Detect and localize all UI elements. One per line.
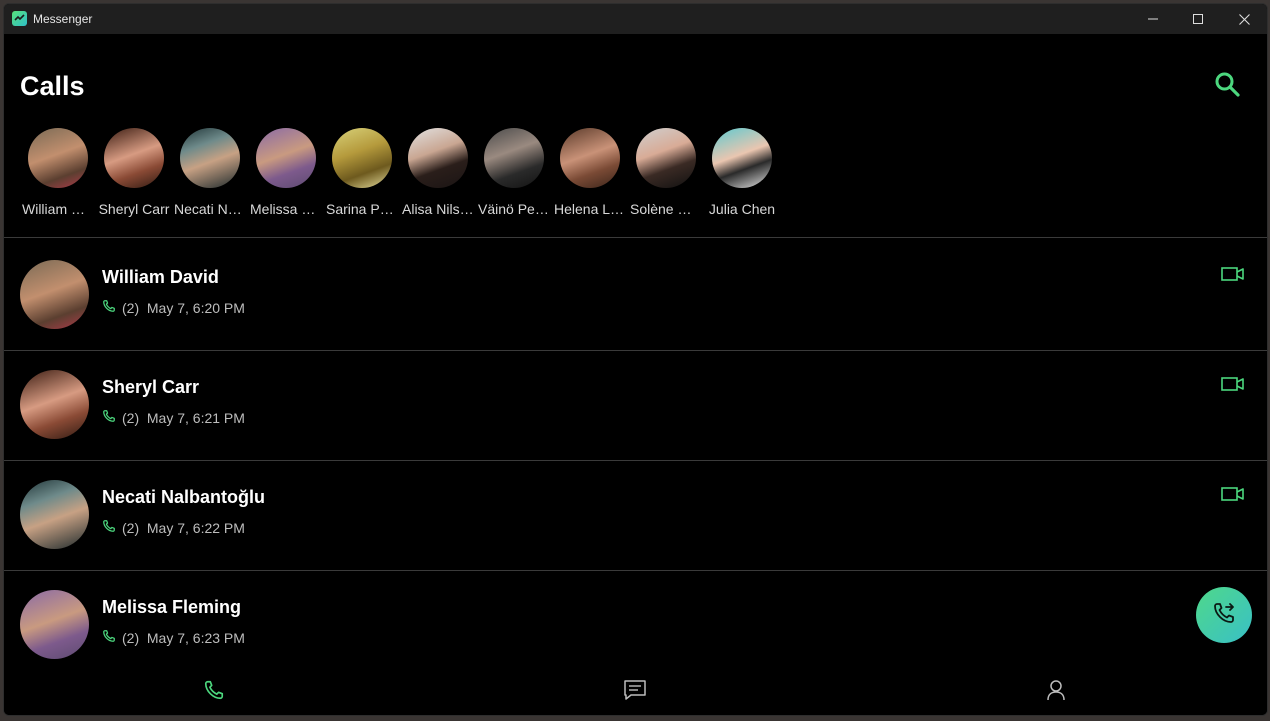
phone-icon — [102, 409, 122, 426]
favorites-strip: William DavidSheryl CarrNecati Nalbantoğ… — [20, 128, 780, 228]
favorite-name: Necati Nalbantoğlu — [174, 201, 246, 217]
nav-calls-tab[interactable] — [194, 676, 234, 708]
favorite-contact[interactable]: Solène Moreau — [628, 128, 704, 228]
chat-icon — [623, 679, 647, 706]
page-title: Calls — [20, 71, 85, 101]
messenger-logo-icon — [12, 11, 27, 26]
favorite-name: Melissa Fleming — [250, 201, 322, 217]
avatar — [180, 128, 240, 188]
nav-chats-tab[interactable] — [615, 676, 655, 708]
avatar — [332, 128, 392, 188]
avatar — [712, 128, 772, 188]
call-time: (2) May 7, 6:22 PM — [122, 519, 245, 536]
favorite-contact[interactable]: Necati Nalbantoğlu — [172, 128, 248, 228]
avatar — [636, 128, 696, 188]
favorite-name: Solène Moreau — [630, 201, 702, 217]
messenger-window: Messenger Calls William DavidSheryl Carr… — [3, 3, 1268, 716]
call-details: (2) May 7, 6:22 PM — [102, 519, 245, 536]
avatar — [20, 590, 89, 659]
avatar — [20, 260, 89, 329]
video-camera-icon — [1221, 376, 1245, 397]
call-details: (2) May 7, 6:20 PM — [102, 299, 245, 316]
window-title: Messenger — [33, 12, 93, 26]
avatar — [20, 370, 89, 439]
phone-icon — [203, 679, 225, 706]
avatar — [104, 128, 164, 188]
video-camera-icon — [1221, 486, 1245, 507]
search-icon — [1214, 71, 1240, 102]
call-time: (2) May 7, 6:23 PM — [122, 629, 245, 646]
favorite-name: Alisa Nilsen — [402, 201, 474, 217]
phone-icon — [102, 299, 122, 316]
favorite-contact[interactable]: William David — [20, 128, 96, 228]
caller-name: Necati Nalbantoğlu — [102, 487, 266, 507]
call-details: (2) May 7, 6:21 PM — [102, 409, 245, 426]
person-icon — [1046, 679, 1066, 706]
favorite-contact[interactable]: Alisa Nilsen — [400, 128, 476, 228]
avatar — [484, 128, 544, 188]
favorite-contact[interactable]: Helena Lehtonen — [552, 128, 628, 228]
phone-icon — [102, 629, 122, 646]
avatar — [256, 128, 316, 188]
phone-icon — [102, 519, 122, 536]
bottom-navigation — [4, 668, 1267, 715]
video-call-button[interactable] — [1220, 266, 1246, 286]
favorite-name: Väinö Pesonen — [478, 201, 550, 217]
caller-name: Melissa Fleming — [102, 597, 242, 617]
call-row[interactable]: William David (2) May 7, 6:20 PM — [4, 238, 1267, 348]
video-call-button[interactable] — [1220, 486, 1246, 506]
call-row[interactable]: Necati Nalbantoğlu (2) May 7, 6:22 PM — [4, 458, 1267, 568]
favorite-contact[interactable]: Väinö Pesonen — [476, 128, 552, 228]
maximize-button[interactable] — [1175, 4, 1221, 34]
favorite-contact[interactable]: Sheryl Carr — [96, 128, 172, 228]
avatar — [28, 128, 88, 188]
call-row[interactable]: Sheryl Carr (2) May 7, 6:21 PM — [4, 348, 1267, 458]
favorite-name: Sarina Peltonen — [326, 201, 398, 217]
avatar — [560, 128, 620, 188]
call-time: (2) May 7, 6:20 PM — [122, 299, 245, 316]
avatar — [20, 480, 89, 549]
search-button[interactable] — [1212, 71, 1242, 101]
favorite-name: Sheryl Carr — [98, 201, 170, 217]
nav-contacts-tab[interactable] — [1036, 676, 1076, 708]
favorite-name: Julia Chen — [708, 201, 776, 217]
minimize-button[interactable] — [1130, 4, 1176, 34]
favorite-name: William David — [22, 201, 94, 217]
favorite-contact[interactable]: Sarina Peltonen — [324, 128, 400, 228]
video-camera-icon — [1221, 266, 1245, 287]
call-row[interactable]: Melissa Fleming (2) May 7, 6:23 PM — [4, 568, 1267, 678]
favorite-contact[interactable]: Melissa Fleming — [248, 128, 324, 228]
caller-name: William David — [102, 267, 219, 287]
video-call-button[interactable] — [1220, 376, 1246, 396]
avatar — [408, 128, 468, 188]
title-bar: Messenger — [4, 4, 1267, 34]
call-details: (2) May 7, 6:23 PM — [102, 629, 245, 646]
caller-name: Sheryl Carr — [102, 377, 200, 397]
new-call-button[interactable] — [1196, 587, 1252, 643]
call-time: (2) May 7, 6:21 PM — [122, 409, 245, 426]
phone-forward-icon — [1212, 601, 1236, 630]
favorite-name: Helena Lehtonen — [554, 201, 626, 217]
close-button[interactable] — [1221, 4, 1267, 34]
favorite-contact[interactable]: Julia Chen — [704, 128, 780, 228]
